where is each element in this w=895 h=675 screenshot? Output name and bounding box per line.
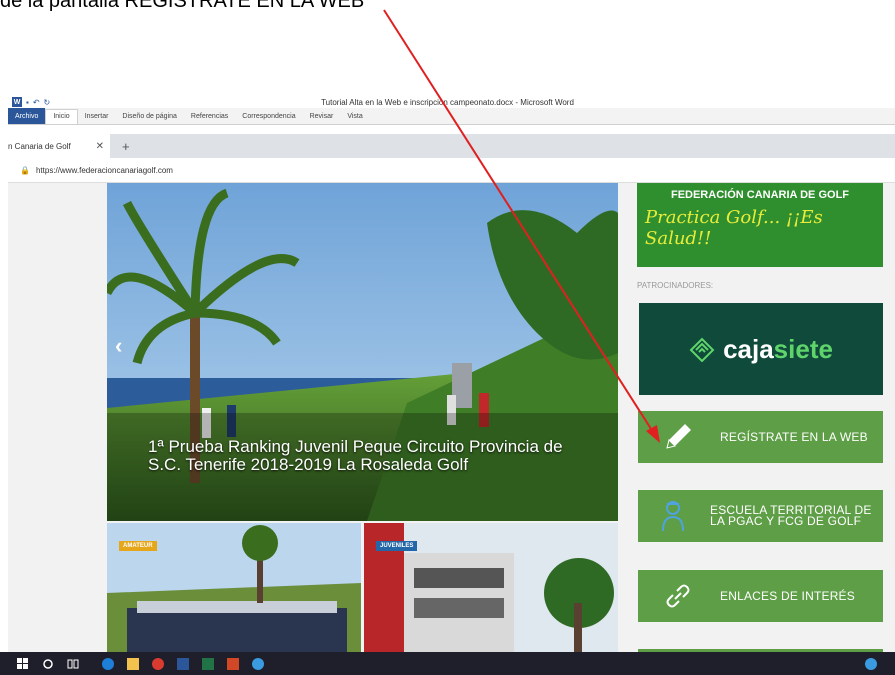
category-badge: JUVENILES (376, 541, 418, 551)
browser-tab-strip: n Canaria de Golf ✕ + (8, 134, 895, 158)
hero-slider[interactable]: ‹ 1ª Prueba Ranking Juvenil Peque Circui… (107, 183, 618, 521)
links-label: ENLACES DE INTERÉS (720, 588, 855, 603)
chrome-icon[interactable] (147, 654, 169, 674)
links-button[interactable]: ENLACES DE INTERÉS (638, 570, 883, 622)
start-icon[interactable] (12, 654, 34, 674)
word-window-title: Tutorial Alta en la Web e inscripción ca… (321, 98, 574, 107)
browser-tab-title: n Canaria de Golf (8, 141, 71, 151)
web-page: ‹ 1ª Prueba Ranking Juvenil Peque Circui… (8, 183, 895, 652)
ribbon-tab-home[interactable]: Inicio (45, 108, 78, 124)
chevron-left-icon[interactable]: ‹ (115, 333, 122, 359)
ribbon-tab-references[interactable]: Referencias (184, 108, 235, 124)
sponsor-cajasiete[interactable]: cajasiete (639, 303, 883, 395)
windows-taskbar (0, 652, 895, 675)
internet-explorer-icon[interactable] (247, 654, 269, 674)
lock-icon: 🔒 (20, 165, 30, 175)
banner-title: FEDERACIÓN CANARIA DE GOLF (670, 189, 850, 201)
task-view-icon[interactable] (62, 654, 84, 674)
word-taskbar-icon[interactable] (172, 654, 194, 674)
ribbon-tab-review[interactable]: Revisar (303, 108, 341, 124)
file-explorer-icon[interactable] (122, 654, 144, 674)
banner-slogan: Practica Golf... ¡¡Es Salud!! (645, 207, 823, 249)
school-label: ESCUELA TERRITORIAL DE LA PGAC Y FCG DE … (710, 503, 872, 528)
register-button[interactable]: REGÍSTRATE EN LA WEB (638, 411, 883, 463)
new-tab-icon[interactable]: + (122, 139, 130, 154)
ribbon-tab-layout[interactable]: Diseño de página (115, 108, 184, 124)
pencil-icon (658, 417, 698, 457)
address-bar[interactable]: 🔒 https://www.federacioncanariagolf.com (8, 158, 895, 183)
ribbon-tab-view[interactable]: Vista (340, 108, 369, 124)
ribbon-tab-insert[interactable]: Insertar (78, 108, 116, 124)
search-icon[interactable] (37, 654, 59, 674)
fcg-banner[interactable]: FEDERACIÓN CANARIA DE GOLF Practica Golf… (637, 183, 883, 267)
edge-icon[interactable] (97, 654, 119, 674)
category-badge: AMATEUR (119, 541, 157, 551)
document-caption: de la pantalla REGISTRATE EN LA WEB (0, 0, 365, 12)
ribbon-tab-file[interactable]: Archivo (8, 108, 46, 124)
powerpoint-taskbar-icon[interactable] (222, 654, 244, 674)
register-label: REGÍSTRATE EN LA WEB (720, 429, 868, 444)
tray-icon[interactable] (860, 654, 882, 674)
cajasiete-logo-icon (689, 337, 715, 362)
sponsors-label: PATROCINADORES: (637, 281, 714, 290)
link-icon (658, 576, 698, 616)
hero-caption[interactable]: 1ª Prueba Ranking Juvenil Peque Circuito… (148, 438, 568, 474)
word-ribbon-tabs: Archivo Inicio Insertar Diseño de página… (8, 108, 895, 125)
news-thumb-amateur[interactable]: AMATEUR (107, 523, 361, 652)
sponsor-name: cajasiete (723, 333, 833, 364)
golfer-icon (658, 496, 688, 536)
url-text: https://www.federacioncanariagolf.com (35, 165, 173, 175)
close-icon[interactable]: ✕ (96, 141, 104, 152)
ribbon-tab-mailings[interactable]: Correspondencia (235, 108, 302, 124)
school-button[interactable]: ESCUELA TERRITORIAL DE LA PGAC Y FCG DE … (638, 490, 883, 542)
browser-tab[interactable]: n Canaria de Golf ✕ (8, 134, 110, 158)
excel-taskbar-icon[interactable] (197, 654, 219, 674)
news-thumb-juveniles[interactable]: JUVENILES (364, 523, 618, 652)
